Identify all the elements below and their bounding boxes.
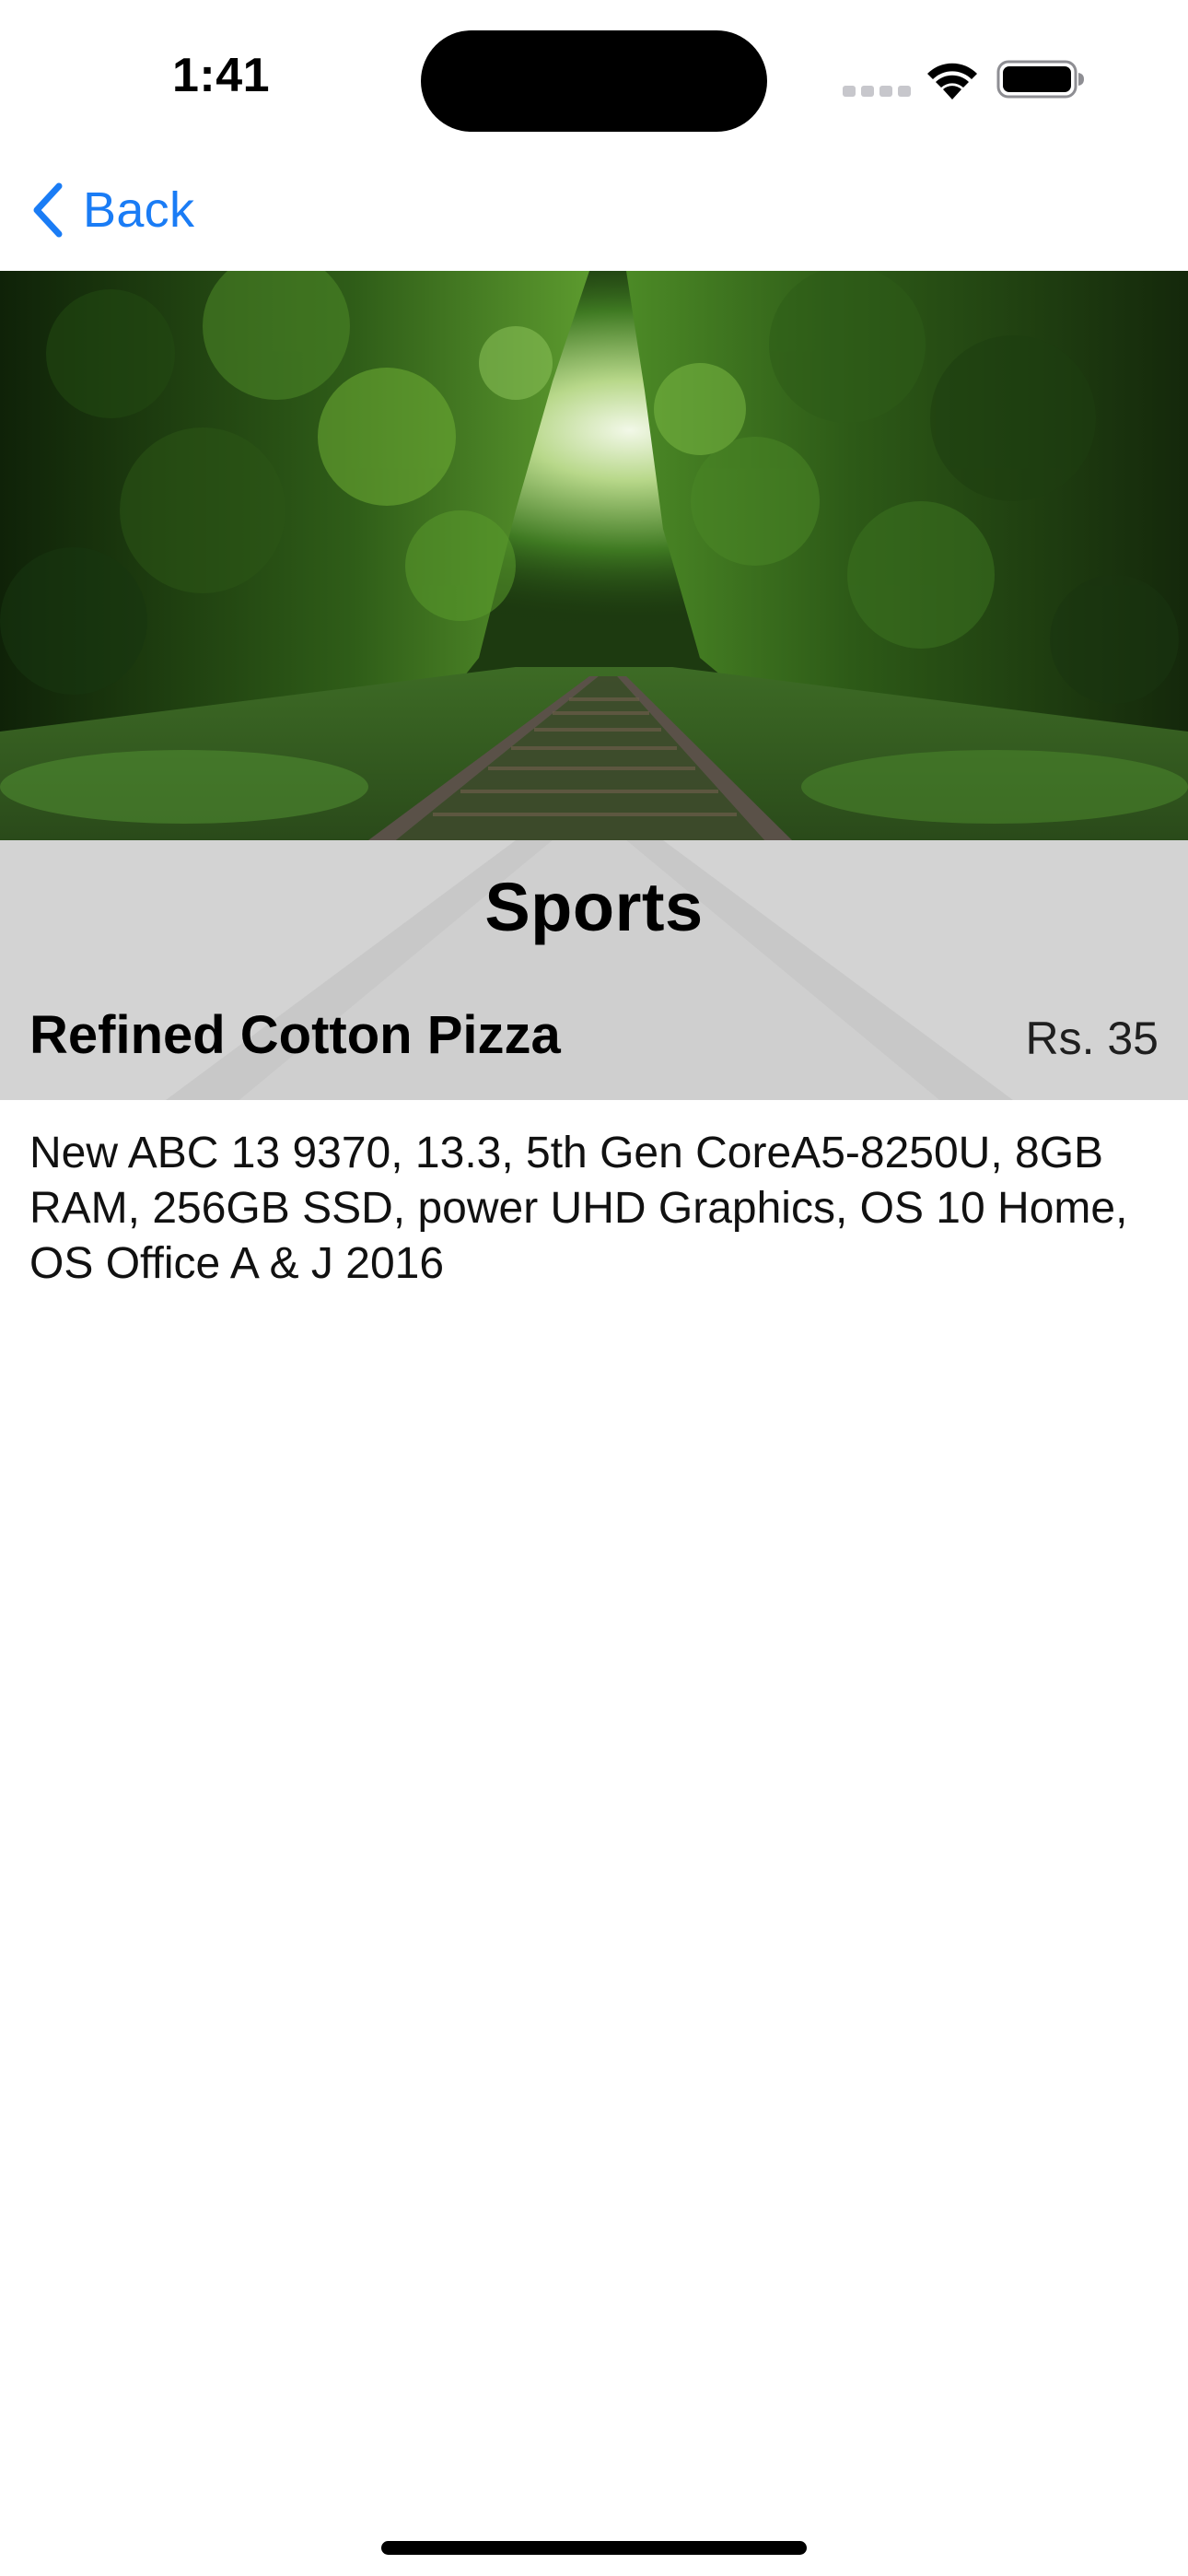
product-price: Rs. 35: [1025, 1013, 1159, 1064]
status-time: 1:41: [171, 49, 271, 102]
forest-railway-image: [0, 271, 1188, 840]
cellular-signal-icon: [843, 86, 912, 97]
status-bar: 1:41: [0, 0, 1188, 157]
product-name: Refined Cotton Pizza: [29, 1005, 561, 1065]
navigation-bar: Back: [0, 157, 1188, 271]
back-button[interactable]: Back: [29, 173, 194, 247]
category-header: Sports Refined Cotton Pizza Rs. 35: [0, 840, 1188, 1100]
back-button-label: Back: [83, 182, 195, 238]
hero-image: [0, 271, 1188, 840]
wifi-icon: [927, 63, 977, 100]
dynamic-island: [421, 30, 767, 132]
chevron-left-icon: [33, 182, 63, 238]
product-description: New ABC 13 9370, 13.3, 5th Gen CoreA5-82…: [29, 1129, 1128, 1288]
battery-icon: [996, 60, 1084, 99]
home-indicator[interactable]: [381, 2541, 807, 2555]
category-title: Sports: [484, 869, 704, 945]
status-icons: [838, 55, 1087, 101]
